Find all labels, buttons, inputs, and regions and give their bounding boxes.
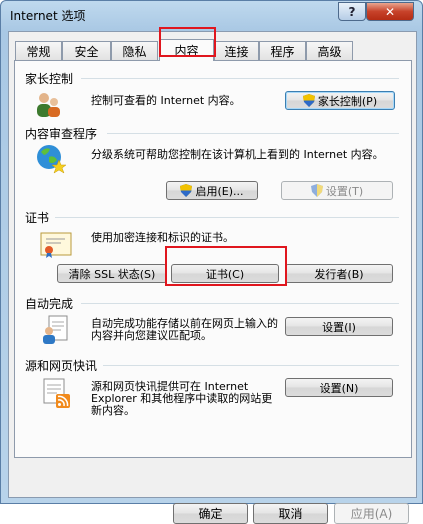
content-advisor-globe-icon bbox=[37, 145, 67, 174]
parental-divider bbox=[81, 78, 399, 79]
uac-shield-icon bbox=[180, 184, 193, 197]
parental-description: 控制可查看的 Internet 内容。 bbox=[91, 94, 241, 107]
certificates-button[interactable]: 证书(C) bbox=[171, 264, 279, 283]
advisor-description: 分级系统可帮助您控制在该计算机上看到的 Internet 内容。 bbox=[91, 148, 384, 161]
cancel-button[interactable]: 取消 bbox=[253, 503, 328, 524]
publishers-button[interactable]: 发行者(B) bbox=[285, 264, 393, 283]
apply-button[interactable]: 应用(A) bbox=[334, 503, 409, 524]
uac-shield-icon bbox=[310, 184, 323, 197]
dialog-client-area: 常规 安全 隐私 内容 连接 程序 高级 家长控制 控制可查看的 Interne… bbox=[8, 27, 417, 524]
certificates-description: 使用加密连接和标识的证书。 bbox=[91, 231, 234, 244]
uac-shield-icon bbox=[302, 94, 315, 107]
autocomplete-divider bbox=[81, 303, 399, 304]
close-button[interactable]: ✕ bbox=[366, 2, 414, 21]
clear-ssl-state-button[interactable]: 清除 SSL 状态(S) bbox=[57, 264, 167, 283]
tab-content[interactable]: 内容 bbox=[159, 39, 214, 61]
tab-advanced[interactable]: 高级 bbox=[306, 41, 353, 60]
feeds-divider bbox=[103, 365, 399, 366]
tab-programs[interactable]: 程序 bbox=[259, 41, 306, 60]
advisor-divider bbox=[107, 133, 399, 134]
parental-controls-icon bbox=[37, 93, 60, 117]
certificates-section-label: 证书 bbox=[25, 211, 50, 225]
autocomplete-settings-button[interactable]: 设置(I) bbox=[285, 317, 393, 336]
certificates-divider bbox=[55, 217, 399, 218]
tab-connections[interactable]: 连接 bbox=[214, 41, 259, 60]
tab-general[interactable]: 常规 bbox=[15, 41, 62, 60]
feeds-description: 源和网页快讯提供可在 Internet Explorer 和其他程序中读取的网站… bbox=[91, 380, 273, 417]
internet-options-window: Internet 选项 ? ✕ 常规 安全 隐私 内容 连接 程序 高级 家长控… bbox=[0, 0, 423, 524]
parental-controls-button[interactable]: 家长控制(P) bbox=[285, 91, 395, 110]
parental-section-label: 家长控制 bbox=[25, 72, 74, 86]
feeds-icon bbox=[43, 378, 70, 408]
help-button[interactable]: ? bbox=[338, 2, 366, 21]
advisor-settings-label: 设置(T) bbox=[325, 184, 364, 198]
advisor-enable-label: 启用(E)... bbox=[195, 184, 244, 198]
certificate-icon bbox=[40, 232, 72, 258]
autocomplete-description: 自动完成功能存储以前在网页上输入的内容并向您建议匹配项。 bbox=[91, 317, 278, 342]
tab-security[interactable]: 安全 bbox=[62, 41, 111, 60]
content-tab-panel: 家长控制 控制可查看的 Internet 内容。 家长控制(P) 内容审查程序 bbox=[14, 60, 412, 458]
window-title: Internet 选项 bbox=[10, 9, 86, 23]
ok-button[interactable]: 确定 bbox=[173, 503, 248, 524]
parental-controls-label: 家长控制(P) bbox=[317, 94, 378, 108]
title-bar[interactable]: Internet 选项 ? ✕ bbox=[1, 1, 422, 31]
feeds-section-label: 源和网页快讯 bbox=[25, 359, 98, 373]
tab-privacy[interactable]: 隐私 bbox=[111, 41, 158, 60]
advisor-settings-button[interactable]: 设置(T) bbox=[281, 181, 393, 200]
feeds-settings-button[interactable]: 设置(N) bbox=[285, 378, 393, 397]
advisor-section-label: 内容审查程序 bbox=[25, 127, 98, 141]
autocomplete-section-label: 自动完成 bbox=[25, 297, 74, 311]
advisor-enable-button[interactable]: 启用(E)... bbox=[166, 181, 258, 200]
autocomplete-icon bbox=[43, 315, 68, 344]
